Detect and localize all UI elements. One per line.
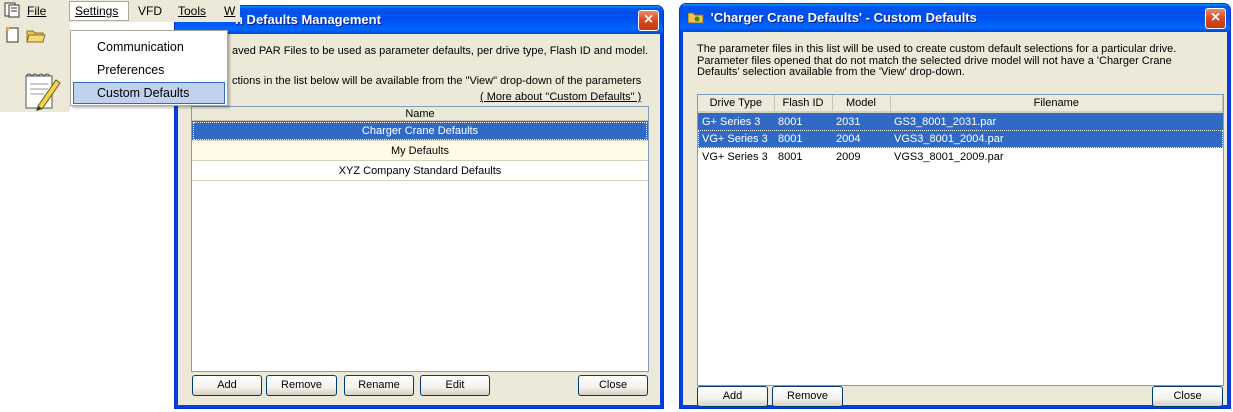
list-item[interactable]: XYZ Company Standard Defaults <box>192 161 648 181</box>
custom-defaults-window: 'Charger Crane Defaults' - Custom Defaul… <box>679 3 1231 409</box>
menu-bar: File Settings VFD Tools W <box>0 0 240 22</box>
menu-window[interactable]: W <box>224 4 235 18</box>
menu-file[interactable]: File <box>27 4 46 18</box>
table-row[interactable]: G+ Series 3 8001 2031 GS3_8001_2031.par <box>698 112 1223 130</box>
cell-drive-type: G+ Series 3 <box>698 112 774 130</box>
defaults-management-window: n Defaults Management × aved PAR Files t… <box>174 5 664 409</box>
list-item[interactable]: My Defaults <box>192 141 648 161</box>
defaults-list[interactable]: Name Charger Crane Defaults My Defaults … <box>191 106 649 372</box>
close-button[interactable]: Close <box>578 375 648 396</box>
menu-item-preferences[interactable]: Preferences <box>97 63 164 77</box>
cell-flash-id: 8001 <box>774 130 832 148</box>
new-file-icon[interactable] <box>4 26 22 44</box>
add-button[interactable]: Add <box>192 375 262 396</box>
close-button[interactable]: Close <box>1152 386 1223 407</box>
menu-vfd[interactable]: VFD <box>138 4 162 18</box>
defaults-desc-line2: ctions in the list below will be availab… <box>232 75 642 87</box>
menu-tools[interactable]: Tools <box>178 4 206 18</box>
menu-settings-label: Settings <box>75 4 119 18</box>
remove-button[interactable]: Remove <box>266 375 337 396</box>
cell-filename: GS3_8001_2031.par <box>890 112 1223 130</box>
table-row[interactable]: VG+ Series 3 8001 2004 VGS3_8001_2004.pa… <box>698 130 1223 148</box>
open-folder-icon[interactable] <box>26 26 46 44</box>
cell-flash-id: 8001 <box>774 112 832 130</box>
rename-button[interactable]: Rename <box>344 375 414 396</box>
window-title-icon <box>687 6 704 24</box>
more-about-link[interactable]: ( More about "Custom Defaults" ) <box>480 91 641 103</box>
menu-item-communication[interactable]: Communication <box>97 40 184 54</box>
custom-defaults-table[interactable]: Drive Type Flash ID Model Filename G+ Se… <box>697 94 1224 386</box>
column-header-model[interactable]: Model <box>832 95 891 113</box>
defaults-window-body: aved PAR Files to be used as parameter d… <box>175 34 663 408</box>
defaults-window-title: n Defaults Management <box>235 12 381 27</box>
column-header-flash-id[interactable]: Flash ID <box>774 95 833 113</box>
custom-window-titlebar[interactable]: 'Charger Crane Defaults' - Custom Defaul… <box>680 4 1230 32</box>
cell-model: 2031 <box>832 112 890 130</box>
custom-window-title: 'Charger Crane Defaults' - Custom Defaul… <box>710 10 977 25</box>
remove-button[interactable]: Remove <box>772 386 843 407</box>
cell-drive-type: VG+ Series 3 <box>698 130 774 148</box>
defaults-desc-line1: aved PAR Files to be used as parameter d… <box>232 45 649 57</box>
custom-window-body: The parameter files in this list will be… <box>680 32 1230 408</box>
cell-model: 2009 <box>836 151 861 163</box>
cell-flash-id: 8001 <box>778 151 803 163</box>
cell-filename: VGS3_8001_2004.par <box>890 130 1223 148</box>
add-button[interactable]: Add <box>697 386 768 407</box>
cell-filename: VGS3_8001_2009.par <box>894 151 1004 163</box>
close-icon[interactable]: × <box>1205 8 1226 29</box>
list-item[interactable]: Charger Crane Defaults <box>192 121 648 141</box>
notepad-icon[interactable] <box>22 70 62 112</box>
table-row[interactable]: VG+ Series 3 8001 2009 VGS3_8001_2009.pa… <box>698 148 1223 166</box>
app-icon <box>4 2 20 18</box>
toolbar <box>0 22 70 112</box>
defaults-window-titlebar[interactable]: n Defaults Management × <box>175 6 663 34</box>
files-table: Drive Type Flash ID Model Filename G+ Se… <box>698 95 1223 166</box>
column-header-drive-type[interactable]: Drive Type <box>698 95 775 113</box>
name-column-header[interactable]: Name <box>192 107 648 121</box>
custom-desc: The parameter files in this list will be… <box>697 43 1177 78</box>
edit-button[interactable]: Edit <box>420 375 490 396</box>
menu-file-label: File <box>27 4 47 18</box>
table-header-row: Drive Type Flash ID Model Filename <box>698 95 1223 113</box>
close-icon[interactable]: × <box>638 10 659 31</box>
menu-item-custom-defaults[interactable]: Custom Defaults <box>97 86 189 100</box>
cell-drive-type: VG+ Series 3 <box>702 151 768 163</box>
column-header-filename[interactable]: Filename <box>890 95 1223 113</box>
cell-model: 2004 <box>832 130 890 148</box>
settings-dropdown-menu: Communication Preferences Custom Default… <box>70 30 228 106</box>
